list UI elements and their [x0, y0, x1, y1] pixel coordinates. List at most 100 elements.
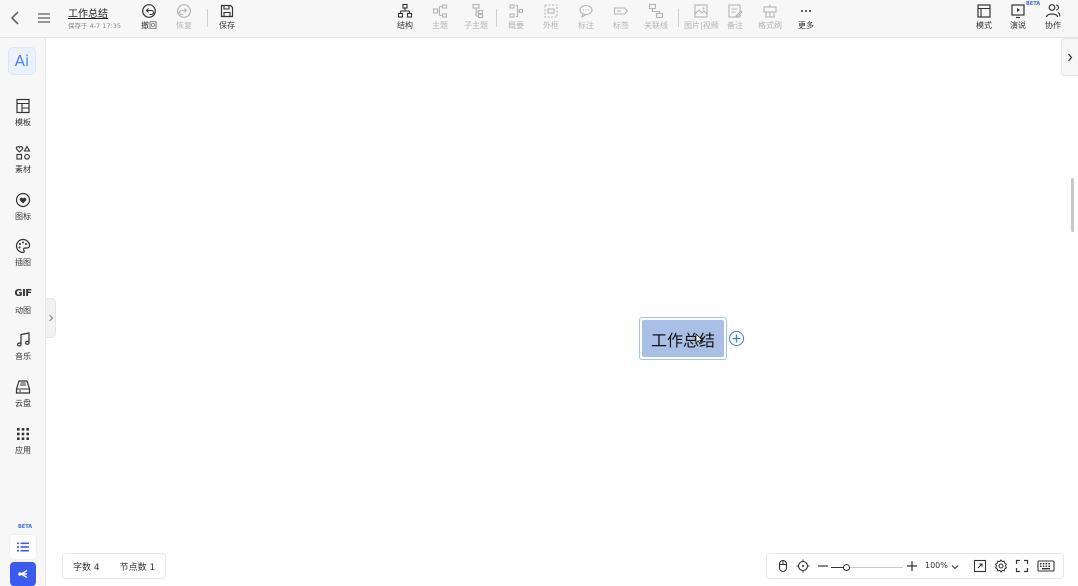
more-button[interactable]: 更多: [798, 2, 814, 34]
zoom-slider-handle[interactable]: [843, 564, 850, 571]
image-video-button[interactable]: 图片|视频: [684, 2, 719, 34]
collab-button[interactable]: 协作: [1045, 2, 1061, 34]
relation-button[interactable]: 关联线: [644, 2, 668, 34]
sidebar-item-illustration[interactable]: 插图: [0, 238, 46, 278]
relation-icon: [648, 3, 664, 19]
keyboard-shortcuts-icon[interactable]: [1037, 559, 1055, 573]
callout-button[interactable]: 标注: [578, 2, 594, 34]
format-brush-button[interactable]: 格式刷: [758, 2, 782, 34]
root-node-selection: 工作总结: [639, 317, 727, 360]
word-count: 字数 4: [73, 562, 100, 573]
sidebar-item-label: 应用: [15, 446, 31, 455]
mouse-cursor-icon: [695, 333, 703, 345]
sidebar-item-label: 模板: [15, 118, 31, 127]
palette-icon: [15, 238, 31, 254]
sidebar-item-icon[interactable]: 图标: [0, 192, 46, 232]
present-label: 演说: [1010, 21, 1026, 30]
mouse-mode-icon[interactable]: [776, 559, 790, 573]
zoom-level[interactable]: 100%: [925, 561, 948, 570]
subtopic-button[interactable]: 子主题: [464, 2, 488, 34]
collab-label: 协作: [1045, 21, 1061, 30]
root-topic-node[interactable]: 工作总结: [642, 320, 724, 357]
sidebar-item-material[interactable]: 素材: [0, 145, 46, 185]
toolbar-divider: [678, 9, 679, 27]
menu-icon[interactable]: [36, 10, 52, 26]
image-video-icon: [694, 4, 708, 18]
structure-icon: [397, 3, 413, 18]
note-label: 备注: [727, 21, 743, 30]
zoom-in-icon[interactable]: [905, 559, 919, 573]
document-title[interactable]: 工作总结: [68, 5, 108, 20]
chevron-right-icon: [1068, 53, 1073, 61]
image-video-label: 图片|视频: [684, 21, 719, 30]
mindmap-icon: [18, 569, 28, 579]
sidebar-item-label: 素材: [15, 165, 31, 174]
sidebar-item-music[interactable]: 音乐: [0, 332, 46, 372]
more-label: 更多: [798, 21, 814, 30]
add-child-node-button[interactable]: [729, 331, 744, 346]
node-count: 节点数 1: [119, 562, 156, 573]
sidebar-item-template[interactable]: 模板: [0, 98, 46, 138]
settings-gear-icon[interactable]: [994, 559, 1008, 573]
sidebar-item-label: 插图: [15, 258, 31, 267]
sidebar-item-gif[interactable]: GIF 动图: [0, 286, 46, 326]
sidebar-item-label: 音乐: [15, 352, 31, 361]
save-status: 保存于 4-7 17:35: [68, 22, 121, 30]
present-beta-badge: BETA: [1026, 1, 1041, 7]
topic-label: 主题: [432, 21, 448, 30]
topic-button[interactable]: 主题: [432, 2, 448, 34]
apps-icon: [17, 428, 29, 440]
redo-icon: [177, 4, 191, 18]
frame-button[interactable]: 外框: [543, 2, 559, 34]
toolbar-divider: [207, 9, 208, 27]
outline-view-button[interactable]: [10, 535, 36, 559]
mode-label: 模式: [976, 21, 992, 30]
mindmap-view-button[interactable]: [10, 562, 36, 586]
ai-button[interactable]: Ai: [8, 47, 36, 75]
heart-icon: [15, 192, 31, 208]
vertical-scrollbar[interactable]: [1071, 178, 1074, 232]
cloud-drive-icon: [15, 380, 31, 394]
fit-screen-icon[interactable]: [973, 559, 987, 573]
document-stats: 字数 4 节点数 1: [62, 553, 167, 579]
plus-icon: [732, 334, 741, 343]
note-button[interactable]: 备注: [727, 2, 743, 34]
save-button[interactable]: 保存: [219, 2, 235, 34]
left-sidebar: Ai 模板 素材 图标 插图 GIF 动图 音乐 云盘 应用 BETA: [0, 38, 46, 586]
music-icon: [16, 332, 30, 347]
frame-label: 外框: [543, 21, 559, 30]
frame-icon: [544, 4, 558, 18]
topic-icon: [432, 4, 448, 18]
format-brush-icon: [763, 4, 777, 18]
subtopic-label: 子主题: [464, 21, 488, 30]
mode-icon: [977, 4, 991, 18]
sidebar-item-label: 云盘: [15, 399, 31, 408]
zoom-out-icon[interactable]: [816, 559, 830, 573]
save-label: 保存: [219, 21, 235, 30]
tag-button[interactable]: 标签: [613, 2, 629, 34]
summary-button[interactable]: 概要: [508, 2, 524, 34]
sidebar-item-apps[interactable]: 应用: [0, 426, 46, 466]
sidebar-item-label: 图标: [15, 212, 31, 221]
callout-icon: [579, 4, 593, 19]
sidebar-collapse-handle[interactable]: [46, 298, 56, 338]
zoom-toolbar: 100%: [766, 553, 1064, 579]
toolbar-divider: [496, 9, 497, 27]
format-brush-label: 格式刷: [758, 21, 782, 30]
mode-button[interactable]: 模式: [976, 2, 992, 34]
fullscreen-icon[interactable]: [1015, 559, 1029, 573]
structure-button[interactable]: 结构: [397, 2, 413, 34]
undo-icon: [142, 4, 156, 18]
right-panel-toggle[interactable]: [1061, 38, 1078, 76]
save-icon: [220, 4, 234, 18]
undo-label: 撤回: [141, 21, 157, 30]
chevron-down-icon[interactable]: [951, 563, 959, 571]
back-arrow-icon[interactable]: [8, 9, 24, 27]
redo-button[interactable]: 恢复: [176, 2, 192, 34]
undo-button[interactable]: 撤回: [141, 2, 157, 34]
note-icon: [728, 4, 743, 18]
sidebar-item-cloud[interactable]: 云盘: [0, 379, 46, 419]
locate-center-icon[interactable]: [796, 559, 810, 573]
summary-label: 概要: [508, 21, 524, 30]
present-button[interactable]: 演说: [1010, 2, 1026, 34]
